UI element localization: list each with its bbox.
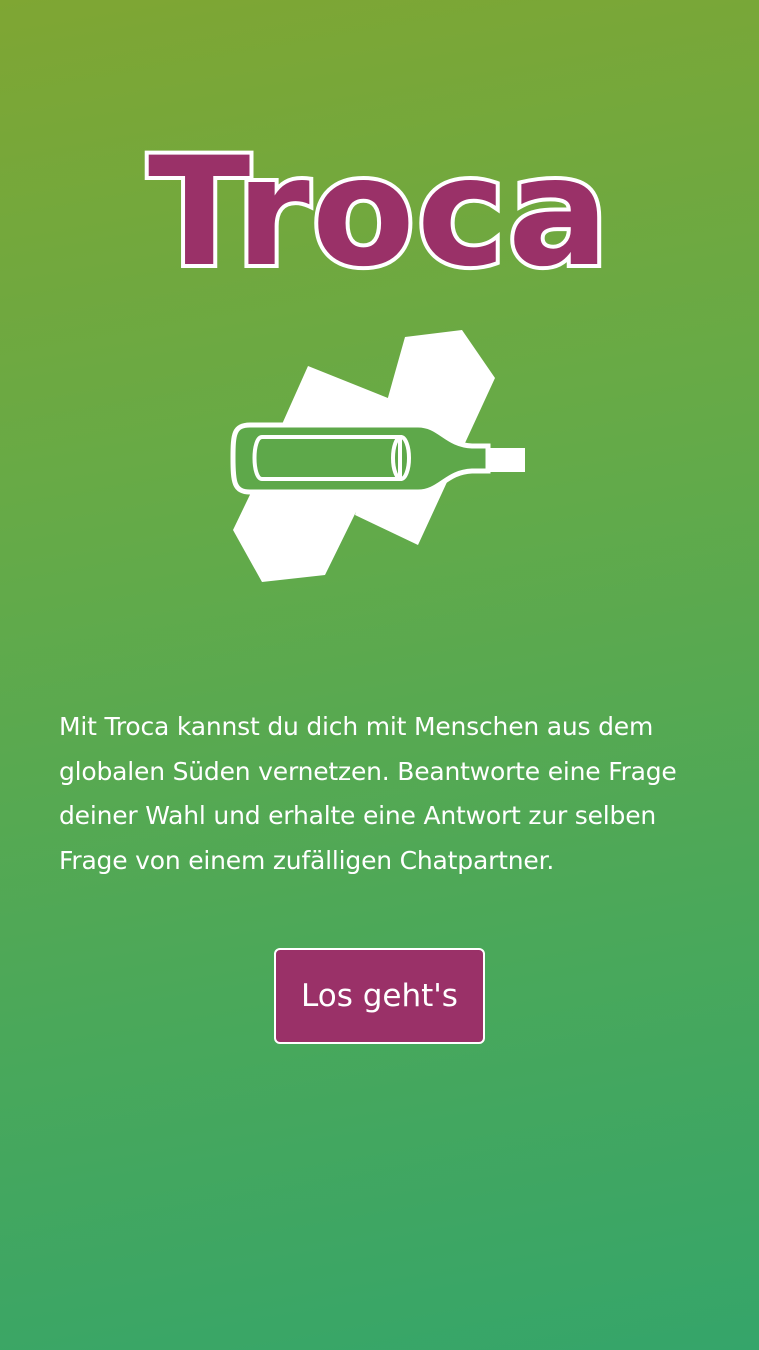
logo bbox=[225, 325, 535, 587]
intro-text: Mit Troca kannst du dich mit Menschen au… bbox=[59, 712, 677, 875]
welcome-screen: Troca Mit Troca kannst du dich mit Mensc… bbox=[0, 0, 759, 1350]
message-in-bottle-icon bbox=[230, 330, 525, 582]
start-button[interactable]: Los geht's bbox=[274, 948, 485, 1044]
app-title: Troca bbox=[144, 124, 613, 302]
